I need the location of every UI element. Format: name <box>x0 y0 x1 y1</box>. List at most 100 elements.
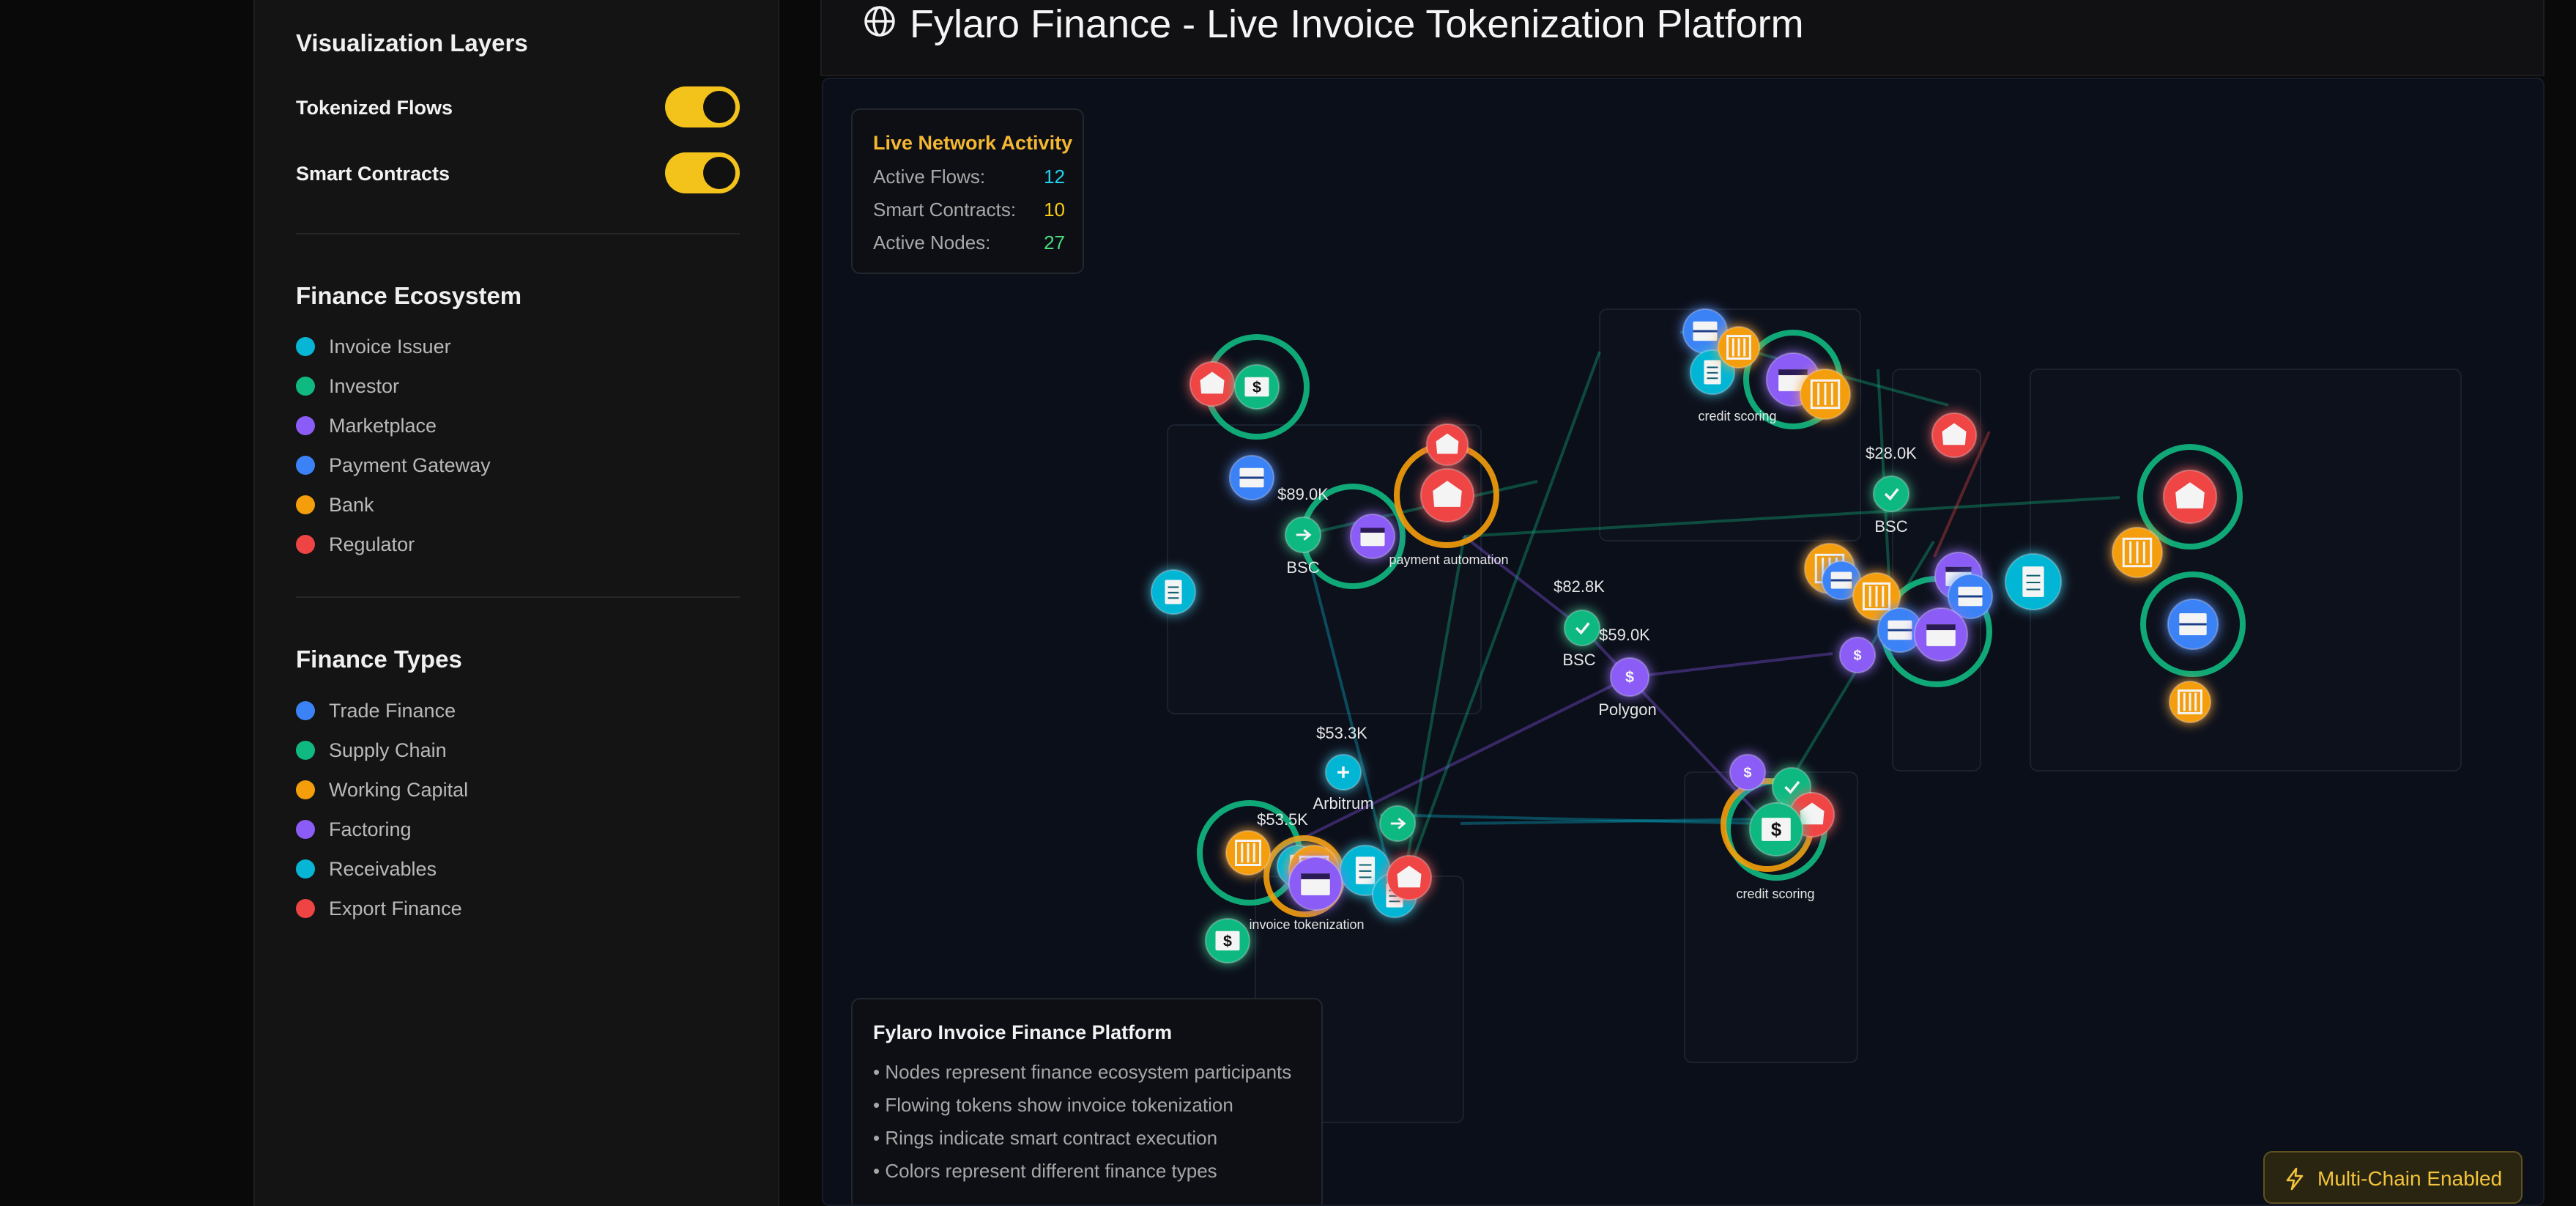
legend-label: Regulator <box>329 533 415 555</box>
toggle-row-tokenized-flows: Tokenized Flows <box>296 86 740 127</box>
legend-dot <box>296 456 315 475</box>
legend-dot <box>296 820 315 839</box>
divider <box>296 233 740 234</box>
value-label: $53.3K <box>1316 724 1367 742</box>
platform-info-panel: Fylaro Invoice Finance Platform • Nodes … <box>851 998 1323 1205</box>
network-canvas: $ $ $ $ $ $ $89.0K $82.8K $59.0K $53.3K $53.5K $28.… <box>822 78 2545 1206</box>
legend-label: Marketplace <box>329 414 437 437</box>
stat-label: Smart Contracts: <box>873 199 1017 221</box>
dollar-glyph: $ <box>1771 820 1781 840</box>
legend-label: Invoice Issuer <box>329 335 451 358</box>
contract-label: payment automation <box>1389 552 1508 567</box>
info-line: • Rings indicate smart contract executio… <box>873 1127 1218 1149</box>
chain-label: Arbitrum <box>1313 794 1373 813</box>
dollar-glyph: $ <box>1252 378 1261 396</box>
legend-item: Regulator <box>296 532 415 557</box>
legend-item: Payment Gateway <box>296 453 491 478</box>
info-heading: Fylaro Invoice Finance Platform <box>873 1021 1173 1043</box>
legend-dot <box>296 377 315 396</box>
stat-active-flows: Active Flows: 12 <box>873 166 1065 190</box>
document-icon <box>2022 566 2044 597</box>
value-label: $59.0K <box>1599 626 1650 644</box>
main-panel: Fylaro Finance - Live Invoice Tokenizati… <box>819 0 2545 1206</box>
smart-contracts-toggle[interactable] <box>665 152 740 193</box>
legend-item: Receivables <box>296 857 437 881</box>
toggle-knob <box>703 157 735 189</box>
info-line: • Colors represent different finance typ… <box>873 1160 1217 1182</box>
value-label: $89.0K <box>1277 485 1329 503</box>
legend-dot <box>296 701 315 720</box>
finance-types-heading: Finance Types <box>296 645 462 673</box>
legend-dot <box>296 416 315 435</box>
contract-label: credit scoring <box>1698 409 1776 423</box>
legend-label: Supply Chain <box>329 739 447 761</box>
legend-label: Bank <box>329 493 374 516</box>
tokenized-flows-toggle[interactable] <box>665 86 740 127</box>
legend-item: Bank <box>296 492 374 517</box>
cluster-box <box>2030 369 2462 772</box>
globe-icon <box>864 6 895 37</box>
layers-heading: Visualization Layers <box>296 29 528 56</box>
legend-dot <box>296 535 315 554</box>
ecosystem-heading: Finance Ecosystem <box>296 282 522 309</box>
contract-label: credit scoring <box>1736 887 1814 901</box>
stat-value: 12 <box>1044 166 1065 188</box>
chain-label: BSC <box>1286 558 1319 577</box>
dollar-glyph: $ <box>1223 932 1232 950</box>
legend-dot <box>296 495 315 514</box>
chain-label: BSC <box>1562 651 1595 669</box>
stat-label: Active Nodes: <box>873 232 991 254</box>
title-bar: Fylaro Finance - Live Invoice Tokenizati… <box>820 0 2545 76</box>
legend-dot <box>296 859 315 878</box>
toggle-label-tokenized-flows: Tokenized Flows <box>296 97 453 119</box>
marketplace-stripe <box>1926 624 1956 631</box>
legend-label: Factoring <box>329 818 412 840</box>
legend-item: Marketplace <box>296 413 437 438</box>
legend-item: Invoice Issuer <box>296 334 451 359</box>
info-line: • Flowing tokens show invoice tokenizati… <box>873 1094 1233 1116</box>
divider <box>296 596 740 598</box>
value-label: $28.0K <box>1866 444 1917 462</box>
legend-item: Investor <box>296 374 399 399</box>
legend-item: Supply Chain <box>296 738 447 763</box>
legend-item: Working Capital <box>296 777 468 802</box>
dollar-icon: $ <box>1743 765 1751 781</box>
toggle-label-smart-contracts: Smart Contracts <box>296 163 450 185</box>
badge-label: Multi-Chain Enabled <box>2317 1167 2503 1190</box>
page-title: Fylaro Finance - Live Invoice Tokenizati… <box>910 2 1804 46</box>
marketplace-stripe <box>1778 369 1808 376</box>
legend-item: Export Finance <box>296 896 462 921</box>
legend-dot <box>296 899 315 918</box>
chain-label: BSC <box>1874 517 1907 536</box>
network-node <box>1564 610 1600 646</box>
lightning-icon <box>2286 1167 2304 1191</box>
stat-label: Active Flows: <box>873 166 986 188</box>
stat-active-nodes: Active Nodes: 27 <box>873 232 1065 256</box>
cluster-box <box>1167 424 1482 714</box>
legend-label: Working Capital <box>329 778 469 801</box>
left-gutter <box>0 0 253 1206</box>
activity-heading: Live Network Activity <box>873 132 1073 154</box>
contract-label: invoice tokenization <box>1249 917 1364 932</box>
marketplace-stripe <box>1301 873 1330 880</box>
sidebar: Visualization Layers Tokenized Flows Sma… <box>253 0 779 1206</box>
legend-item: Factoring <box>296 817 412 842</box>
legend-label: Investor <box>329 374 400 397</box>
legend-label: Export Finance <box>329 897 462 920</box>
toggle-row-smart-contracts: Smart Contracts <box>296 152 740 193</box>
stat-smart-contracts: Smart Contracts: 10 <box>873 199 1065 223</box>
legend-dot <box>296 741 315 760</box>
value-label: $53.5K <box>1257 810 1308 829</box>
value-label: $82.8K <box>1554 577 1605 596</box>
stat-value: 10 <box>1044 199 1065 221</box>
legend-dot <box>296 337 315 356</box>
info-line: • Nodes represent finance ecosystem part… <box>873 1061 1292 1083</box>
app-root: Visualization Layers Tokenized Flows Sma… <box>0 0 2576 1206</box>
legend-label: Trade Finance <box>329 699 456 722</box>
multi-chain-badge[interactable]: Multi-Chain Enabled <box>2263 1151 2523 1204</box>
live-activity-panel: Live Network Activity Active Flows: 12 S… <box>851 108 1084 274</box>
network-node <box>1873 476 1909 512</box>
toggle-knob <box>703 91 735 123</box>
legend-label: Payment Gateway <box>329 454 491 476</box>
marketplace-stripe <box>1360 528 1385 533</box>
